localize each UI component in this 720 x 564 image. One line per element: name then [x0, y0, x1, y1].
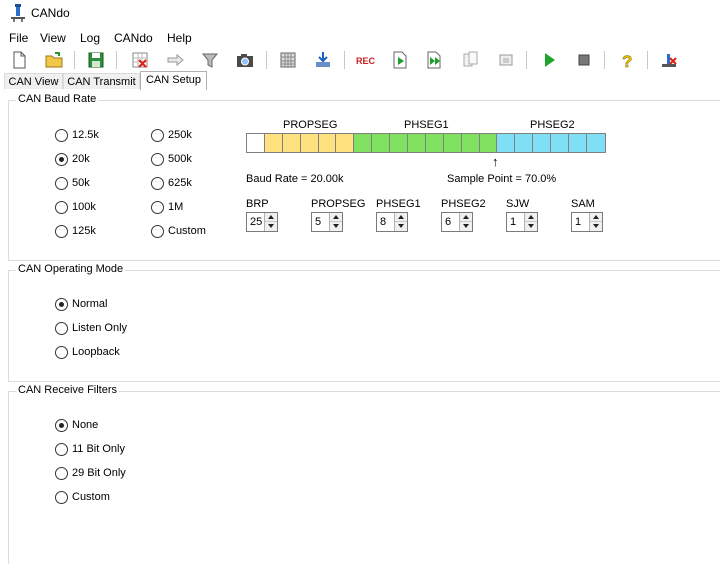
bit-cell	[300, 134, 319, 152]
operating-mode-title: CAN Operating Mode	[16, 263, 126, 275]
bit-cell	[408, 134, 426, 152]
run-icon[interactable]	[539, 50, 559, 70]
svg-text:?: ?	[622, 52, 632, 70]
stop-icon[interactable]	[574, 50, 594, 70]
sample-point-arrow: ↑	[492, 154, 499, 169]
title-bar: CANdo	[0, 0, 720, 28]
menu-bar: File View Log CANdo Help	[0, 28, 720, 48]
bit-cell	[264, 134, 283, 152]
sample-point-readout: Sample Point = 70.0%	[447, 173, 557, 185]
phseg2-spinner[interactable]: 6	[441, 212, 473, 232]
window-title: CANdo	[31, 6, 70, 20]
operating-mode-group: CAN Operating Mode Normal Listen Only Lo…	[8, 263, 720, 382]
can-setup-panel: CAN Baud Rate 12.5k 20k 50k 100k 125k 25…	[0, 90, 720, 564]
toolbar: REC ?	[0, 48, 720, 72]
filter-icon[interactable]	[200, 50, 220, 70]
save-icon[interactable]	[86, 50, 106, 70]
menu-view[interactable]: View	[40, 31, 66, 45]
tab-strip: CAN View CAN Transmit CAN Setup	[0, 71, 720, 91]
disconnect-icon[interactable]	[659, 50, 679, 70]
window-icon[interactable]	[496, 50, 516, 70]
sam-label: SAM	[571, 198, 595, 210]
phseg1-spinner[interactable]: 8	[376, 212, 408, 232]
bit-cell	[497, 134, 516, 152]
bit-cell	[247, 134, 265, 152]
bit-cell	[390, 134, 409, 152]
baud-rate-group: CAN Baud Rate 12.5k 20k 50k 100k 125k 25…	[8, 93, 720, 261]
sjw-spinner[interactable]: 1	[506, 212, 538, 232]
phseg1-label: PHSEG1	[376, 198, 421, 210]
receive-filters-group: CAN Receive Filters None 11 Bit Only 29 …	[8, 384, 720, 564]
bit-cell	[282, 134, 301, 152]
bit-cell	[318, 134, 337, 152]
bit-cell	[551, 134, 570, 152]
receive-filters-title: CAN Receive Filters	[16, 384, 120, 396]
menu-log[interactable]: Log	[80, 31, 100, 45]
tab-can-setup[interactable]: CAN Setup	[140, 71, 207, 90]
tab-can-transmit[interactable]: CAN Transmit	[63, 73, 140, 89]
clear-grid-icon[interactable]	[130, 50, 150, 70]
bit-cell	[372, 134, 391, 152]
propseg-spinner[interactable]: 5	[311, 212, 343, 232]
help-icon[interactable]: ?	[617, 50, 637, 70]
menu-file[interactable]: File	[9, 31, 28, 45]
copy-icon[interactable]	[460, 50, 480, 70]
forward-icon[interactable]	[165, 50, 185, 70]
bit-cell	[354, 134, 373, 152]
open-folder-icon[interactable]	[44, 50, 64, 70]
download-icon[interactable]	[313, 50, 333, 70]
bit-timing-bar	[246, 133, 606, 153]
bit-cell	[569, 134, 587, 152]
bit-cell	[425, 134, 444, 152]
propseg-segment-label: PROPSEG	[283, 119, 338, 131]
phseg2-label: PHSEG2	[441, 198, 486, 210]
menu-cando[interactable]: CANdo	[114, 31, 153, 45]
record-icon[interactable]: REC	[355, 50, 375, 70]
play-document-double-icon[interactable]	[425, 50, 445, 70]
grid-icon[interactable]	[278, 50, 298, 70]
brp-spinner[interactable]: 25	[246, 212, 278, 232]
play-document-icon[interactable]	[390, 50, 410, 70]
app-icon	[11, 4, 25, 22]
bit-cell	[336, 134, 355, 152]
phseg1-segment-label: PHSEG1	[404, 119, 449, 131]
svg-text:REC: REC	[356, 56, 375, 66]
tab-can-view[interactable]: CAN View	[4, 73, 63, 89]
phseg2-segment-label: PHSEG2	[530, 119, 575, 131]
bit-cell	[479, 134, 498, 152]
propseg-label: PROPSEG	[311, 198, 366, 210]
baud-rate-readout: Baud Rate = 20.00k	[246, 173, 344, 185]
brp-label: BRP	[246, 198, 269, 210]
menu-help[interactable]: Help	[167, 31, 192, 45]
bit-cell	[586, 134, 605, 152]
baud-rate-title: CAN Baud Rate	[16, 93, 99, 105]
bit-cell	[533, 134, 552, 152]
bit-cell	[461, 134, 480, 152]
bit-cell	[443, 134, 462, 152]
bit-cell	[515, 134, 534, 152]
camera-icon[interactable]	[235, 50, 255, 70]
sjw-label: SJW	[506, 198, 530, 210]
new-file-icon[interactable]	[9, 50, 29, 70]
sam-spinner[interactable]: 1	[571, 212, 603, 232]
